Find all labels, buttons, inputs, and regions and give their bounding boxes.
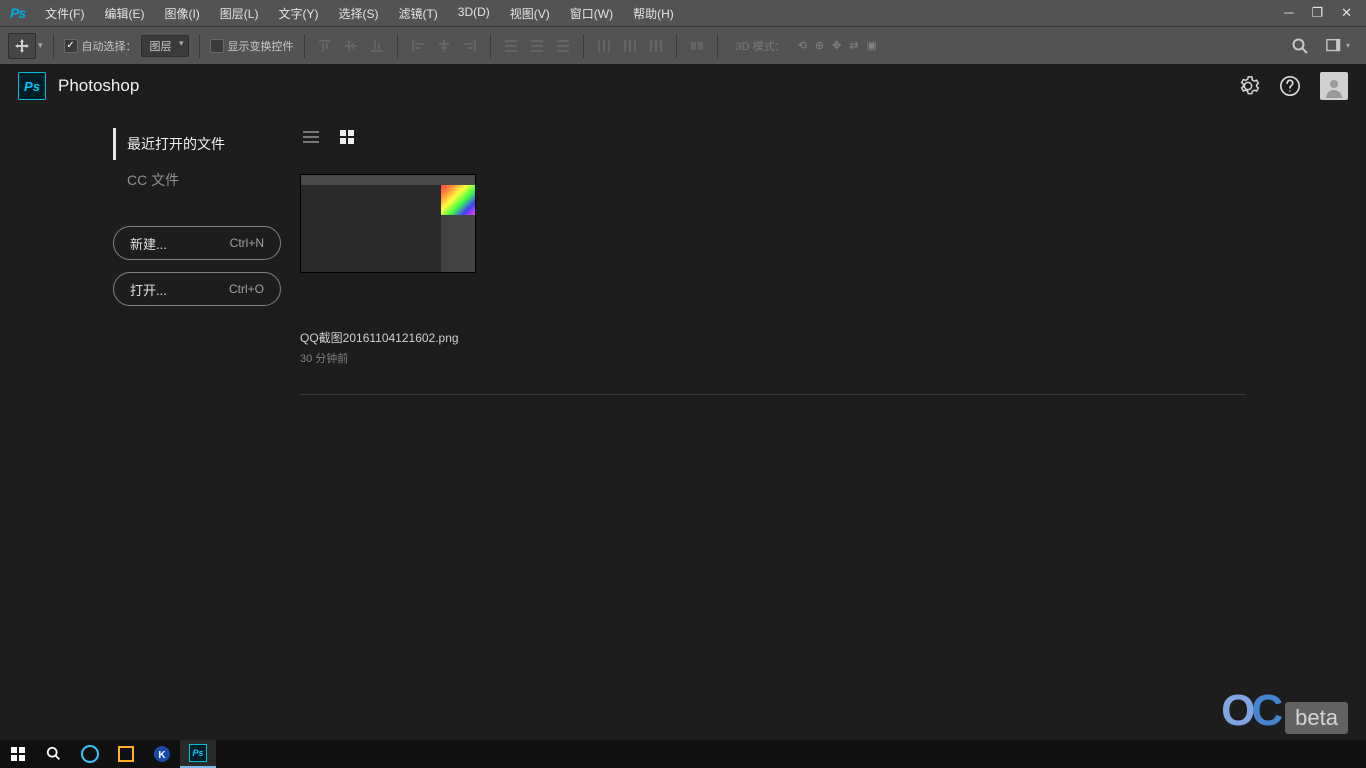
view-toggle: [300, 128, 1246, 146]
3d-pan-icon[interactable]: ✥: [832, 39, 841, 52]
mode-3d-label: 3D 模式：: [736, 38, 786, 54]
maximize-icon[interactable]: ❐: [1311, 5, 1323, 21]
distribute-vcenter-icon[interactable]: [527, 36, 547, 56]
app-logo-text: Ps: [0, 5, 35, 21]
distribute-right-icon[interactable]: [646, 36, 666, 56]
taskbar-app-2[interactable]: [108, 740, 144, 768]
distribute-bottom-icon[interactable]: [553, 36, 573, 56]
open-button-shortcut: Ctrl+O: [229, 282, 264, 296]
distribute-group-1: [501, 36, 573, 56]
title-bar: Ps 文件(F) 编辑(E) 图像(I) 图层(L) 文字(Y) 选择(S) 滤…: [0, 0, 1366, 26]
recent-thumbnail: [300, 174, 476, 273]
divider: [199, 34, 200, 58]
menu-3d[interactable]: 3D(D): [448, 1, 500, 26]
taskbar-start-icon[interactable]: [0, 740, 36, 768]
divider: [304, 34, 305, 58]
distribute-hcenter-icon[interactable]: [620, 36, 640, 56]
menu-layer[interactable]: 图层(L): [210, 1, 269, 26]
divider: [53, 34, 54, 58]
menu-edit[interactable]: 编辑(E): [94, 1, 154, 26]
new-button-label: 新建...: [130, 234, 167, 253]
distribute-top-icon[interactable]: [501, 36, 521, 56]
align-top-icon[interactable]: [315, 36, 335, 56]
new-button[interactable]: 新建... Ctrl+N: [113, 226, 281, 260]
recent-grid: QQ截图20161104121602.png 30 分钟前: [300, 174, 1246, 366]
align-hcenter-icon[interactable]: [434, 36, 454, 56]
mode-3d-icons: ⟲ ⊕ ✥ ⇄ ▣: [798, 39, 877, 52]
distribute-left-icon[interactable]: [594, 36, 614, 56]
auto-select-checkbox[interactable]: ✓: [64, 39, 78, 53]
align-group-1: [315, 36, 387, 56]
menu-help[interactable]: 帮助(H): [623, 1, 684, 26]
home-logo-icon: Ps: [18, 72, 46, 100]
show-transform-label: 显示变换控件: [228, 38, 294, 54]
list-view-icon[interactable]: [302, 128, 320, 146]
menu-filter[interactable]: 滤镜(T): [388, 1, 447, 26]
settings-icon[interactable]: [1236, 74, 1260, 98]
app-body: Ps Photoshop 最近打开的文件 CC 文件 新建... Ctrl+N: [0, 64, 1366, 740]
open-button-label: 打开...: [130, 280, 167, 299]
divider: [300, 394, 1246, 395]
tab-recent-files[interactable]: 最近打开的文件: [113, 128, 300, 160]
divider: [676, 34, 677, 58]
move-tool-icon[interactable]: [8, 33, 36, 59]
home-title: Photoshop: [58, 76, 139, 96]
show-transform-group: 显示变换控件: [210, 38, 294, 54]
menu-file[interactable]: 文件(F): [35, 1, 94, 26]
recent-item[interactable]: QQ截图20161104121602.png 30 分钟前: [300, 174, 476, 366]
home-sidebar: 最近打开的文件 CC 文件 新建... Ctrl+N 打开... Ctrl+O: [0, 128, 300, 395]
workspace-switcher-icon[interactable]: ▾: [1326, 34, 1350, 58]
taskbar-app-3[interactable]: K: [144, 740, 180, 768]
taskbar: K Ps: [0, 740, 1366, 768]
options-bar: ▾ ✓ 自动选择： 图层 显示变换控件 3D 模式： ⟲ ⊕ ✥ ⇄: [0, 26, 1366, 64]
align-left-icon[interactable]: [408, 36, 428, 56]
close-icon[interactable]: ✕: [1341, 5, 1352, 21]
divider: [490, 34, 491, 58]
grid-view-icon[interactable]: [338, 128, 356, 146]
auto-align-icon[interactable]: [687, 36, 707, 56]
3d-roll-icon[interactable]: ⊕: [815, 39, 824, 52]
home-content: 最近打开的文件 CC 文件 新建... Ctrl+N 打开... Ctrl+O: [0, 108, 1366, 395]
open-button[interactable]: 打开... Ctrl+O: [113, 272, 281, 306]
3d-orbit-icon[interactable]: ⟲: [798, 39, 807, 52]
home-bar: Ps Photoshop: [0, 64, 1366, 108]
taskbar-search-icon[interactable]: [36, 740, 72, 768]
content-main: QQ截图20161104121602.png 30 分钟前: [300, 128, 1366, 395]
3d-slide-icon[interactable]: ⇄: [849, 39, 858, 52]
recent-item-name: QQ截图20161104121602.png: [300, 329, 476, 346]
tool-dropdown-arrow[interactable]: ▾: [38, 40, 43, 51]
taskbar-photoshop[interactable]: Ps: [180, 740, 216, 768]
auto-select-group: ✓ 自动选择： 图层: [64, 35, 189, 57]
auto-select-label: 自动选择：: [82, 38, 137, 54]
align-bottom-icon[interactable]: [367, 36, 387, 56]
show-transform-checkbox[interactable]: [210, 39, 224, 53]
divider: [583, 34, 584, 58]
divider: [397, 34, 398, 58]
svg-text:K: K: [158, 750, 166, 761]
align-right-icon[interactable]: [460, 36, 480, 56]
menu-bar: 文件(F) 编辑(E) 图像(I) 图层(L) 文字(Y) 选择(S) 滤镜(T…: [35, 1, 684, 26]
auto-select-dropdown[interactable]: 图层: [141, 35, 189, 57]
align-vcenter-icon[interactable]: [341, 36, 361, 56]
minimize-icon[interactable]: ─: [1284, 5, 1293, 21]
3d-camera-icon[interactable]: ▣: [867, 39, 877, 52]
menu-view[interactable]: 视图(V): [500, 1, 560, 26]
tab-cc-files[interactable]: CC 文件: [113, 164, 300, 196]
window-controls: ─ ❐ ✕: [1284, 5, 1366, 21]
search-icon[interactable]: [1288, 34, 1312, 58]
distribute-group-2: [594, 36, 666, 56]
recent-item-time: 30 分钟前: [300, 350, 476, 366]
menu-image[interactable]: 图像(I): [154, 1, 209, 26]
help-icon[interactable]: [1278, 74, 1302, 98]
divider: [717, 34, 718, 58]
menu-type[interactable]: 文字(Y): [268, 1, 328, 26]
user-avatar[interactable]: [1320, 72, 1348, 100]
taskbar-app-1[interactable]: [72, 740, 108, 768]
menu-select[interactable]: 选择(S): [328, 1, 388, 26]
menu-window[interactable]: 窗口(W): [560, 1, 623, 26]
new-button-shortcut: Ctrl+N: [230, 236, 264, 250]
align-group-2: [408, 36, 480, 56]
